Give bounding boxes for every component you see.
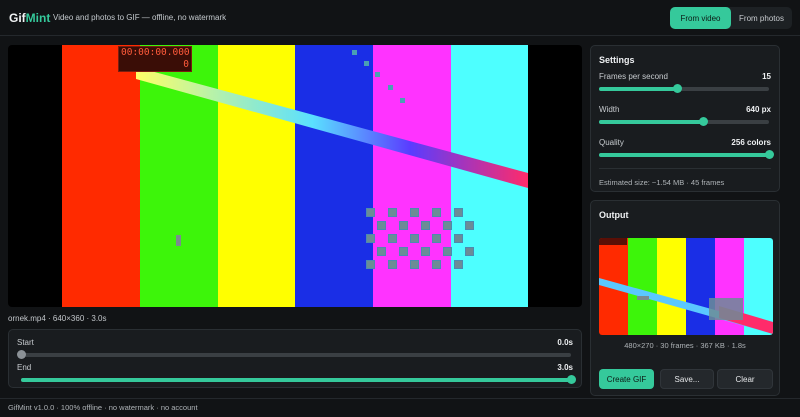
settings-panel: Settings Frames per second 15 Width 640 … bbox=[590, 45, 780, 192]
settings-title: Settings bbox=[599, 55, 635, 65]
noise-block bbox=[377, 221, 386, 230]
end-label: End bbox=[17, 363, 32, 372]
status-footer: GifMint v1.0.0 · 100% offline · no water… bbox=[0, 398, 800, 417]
noise-block bbox=[465, 247, 474, 256]
noise-block bbox=[388, 260, 397, 269]
fps-slider[interactable] bbox=[599, 84, 769, 93]
end-slider-fill bbox=[21, 378, 571, 382]
start-value: 0.0s bbox=[557, 338, 573, 347]
app-header: GifMint Video and photos to GIF — offlin… bbox=[0, 0, 800, 36]
pixel-marker bbox=[388, 85, 393, 90]
end-slider-thumb[interactable] bbox=[567, 375, 576, 384]
logo-main-text: Gif bbox=[9, 11, 26, 25]
width-slider[interactable] bbox=[599, 117, 769, 126]
start-slider[interactable] bbox=[17, 350, 571, 359]
fps-slider-thumb[interactable] bbox=[673, 84, 683, 93]
noise-block bbox=[410, 208, 419, 217]
noise-block bbox=[410, 234, 419, 243]
noise-block bbox=[366, 260, 375, 269]
app-tagline: Video and photos to GIF — offline, no wa… bbox=[53, 13, 227, 22]
noise-block bbox=[421, 221, 430, 230]
fps-label: Frames per second bbox=[599, 72, 668, 81]
output-panel: Output 480×270 · 30 frames · 367 KB · 1.… bbox=[590, 200, 780, 396]
noise-block bbox=[421, 247, 430, 256]
video-preview[interactable]: 00:00:00.000 0 bbox=[8, 45, 582, 307]
fps-slider-fill bbox=[599, 87, 678, 91]
quality-slider-thumb[interactable] bbox=[765, 150, 774, 159]
frame-counter: 0 bbox=[183, 59, 189, 70]
noise-block bbox=[366, 234, 375, 243]
noise-block bbox=[432, 208, 441, 217]
estimated-size: Estimated size: ~1.54 MB · 45 frames bbox=[599, 178, 725, 187]
noise-block bbox=[443, 221, 452, 230]
output-gif-preview bbox=[599, 238, 773, 335]
noise-block bbox=[410, 260, 419, 269]
trim-panel: Start 0.0s End 3.0s bbox=[8, 329, 582, 388]
output-title: Output bbox=[599, 210, 629, 220]
tab-from-video[interactable]: From video bbox=[670, 7, 731, 29]
mode-tabs: From video From photos bbox=[670, 7, 792, 29]
settings-divider bbox=[599, 168, 771, 169]
noise-block bbox=[366, 208, 375, 217]
end-value: 3.0s bbox=[557, 363, 573, 372]
noise-block bbox=[454, 208, 463, 217]
noise-block bbox=[432, 260, 441, 269]
fps-value: 15 bbox=[762, 72, 771, 81]
end-slider[interactable] bbox=[21, 375, 576, 384]
noise-block bbox=[388, 234, 397, 243]
output-info: 480×270 · 30 frames · 367 KB · 1.8s bbox=[624, 341, 746, 350]
logo-accent-text: Mint bbox=[25, 11, 51, 25]
noise-block bbox=[388, 208, 397, 217]
noise-block bbox=[443, 247, 452, 256]
pixel-marker bbox=[364, 61, 369, 66]
start-label: Start bbox=[17, 338, 34, 347]
quality-label: Quality bbox=[599, 138, 624, 147]
noise-block bbox=[432, 234, 441, 243]
app-logo: GifMint bbox=[9, 11, 50, 25]
noise-block bbox=[399, 247, 408, 256]
noise-block bbox=[399, 221, 408, 230]
save-button[interactable]: Save... bbox=[660, 369, 714, 389]
tab-from-photos[interactable]: From photos bbox=[731, 7, 792, 29]
width-slider-fill bbox=[599, 120, 703, 124]
pixel-marker bbox=[176, 235, 181, 246]
video-frame: 00:00:00.000 0 bbox=[62, 45, 528, 307]
timecode-text: 00:00:00.000 bbox=[121, 47, 190, 58]
noise-block bbox=[465, 221, 474, 230]
width-value: 640 px bbox=[746, 105, 771, 114]
file-info: ornek.mp4 · 640×360 · 3.0s bbox=[8, 314, 107, 323]
out-diagonal-stripe bbox=[599, 238, 773, 334]
noise-block bbox=[454, 234, 463, 243]
width-slider-thumb[interactable] bbox=[698, 117, 708, 126]
noise-block bbox=[454, 260, 463, 269]
pixel-marker bbox=[400, 98, 405, 103]
pixel-marker bbox=[352, 50, 357, 55]
pixel-marker bbox=[375, 72, 380, 77]
start-slider-thumb[interactable] bbox=[17, 350, 26, 359]
quality-slider-fill bbox=[599, 153, 769, 157]
width-label: Width bbox=[599, 105, 620, 114]
noise-block bbox=[377, 247, 386, 256]
clear-button[interactable]: Clear bbox=[717, 369, 773, 389]
timecode-overlay: 00:00:00.000 0 bbox=[118, 46, 192, 72]
quality-value: 256 colors bbox=[731, 138, 771, 147]
quality-slider[interactable] bbox=[599, 150, 774, 159]
create-gif-button[interactable]: Create GIF bbox=[599, 369, 654, 389]
